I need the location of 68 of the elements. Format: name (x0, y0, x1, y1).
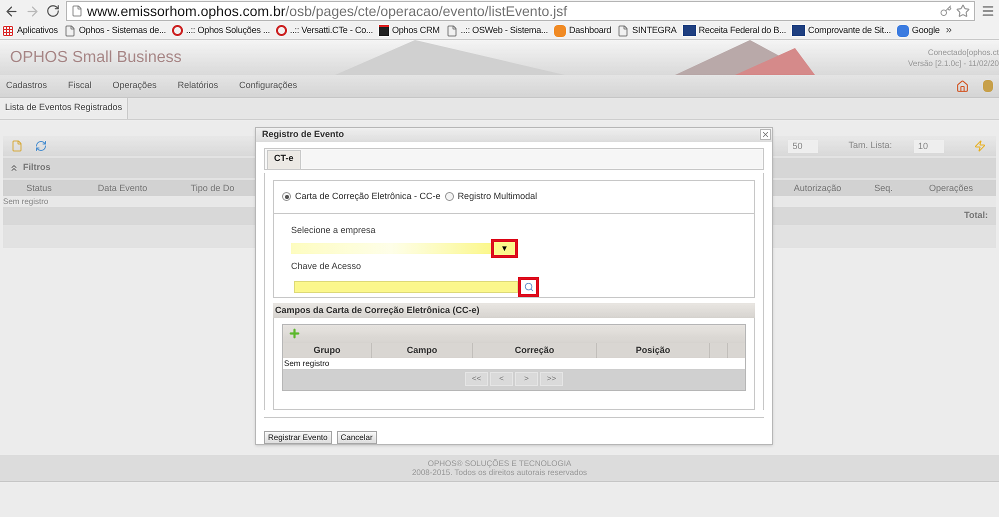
page-icon (71, 5, 83, 17)
apps-grid-icon (2, 24, 14, 36)
dialog-tab[interactable]: CT-e (267, 150, 301, 169)
bookmark[interactable]: Dashboard (554, 24, 612, 38)
refresh-icon[interactable] (35, 140, 47, 152)
search-icon (524, 282, 534, 292)
reload-icon[interactable] (46, 4, 60, 18)
total-label: Total: (964, 209, 988, 222)
menu-item[interactable]: Relatórios (178, 79, 218, 93)
url-path: /osb/pages/cte/operacao/evento/listEvento.jsf (285, 2, 568, 21)
page-icon (617, 24, 630, 36)
menu-item[interactable]: Operações (112, 79, 157, 93)
section-title: Campos da Carta de Correção Eletrônica (CC-e) (275, 304, 480, 317)
url-host: www.emissorhom.ophos.com.br (87, 2, 286, 21)
page-tab[interactable]: Lista de Eventos Registrados (0, 98, 128, 119)
access-key-label: Chave de Acesso (291, 260, 362, 274)
dialog-button[interactable]: Registrar Evento (264, 431, 332, 444)
bookmark[interactable]: Aplicativos (2, 24, 58, 38)
bookmark[interactable]: Receita Federal do B... (682, 24, 786, 38)
new-document-icon[interactable] (11, 140, 23, 152)
dialog-title: Registro de Evento (262, 128, 344, 142)
menu-item[interactable]: Fiscal (68, 79, 92, 93)
dialog-button[interactable]: Cancelar (336, 431, 377, 444)
bookmark[interactable]: Ophos - Sistemas de... (64, 24, 166, 38)
address-field[interactable]: www.emissorhom.ophos.com.br/osb/pages/cte/operacao/evento/listEvento.jsf (66, 1, 975, 21)
footer-text: OPHOS® SOLUÇÕES E TECNOLOGIA (428, 459, 572, 468)
column-header: Operações (928, 182, 974, 195)
column-header: Autorização (792, 182, 842, 195)
bookmark[interactable]: Comprovante de Sit... (792, 24, 891, 38)
connection-info: Conectado[ophos.ct (928, 46, 999, 58)
star-icon[interactable] (956, 4, 970, 18)
column-header: Tipo de Do (190, 182, 236, 195)
lightning-icon[interactable] (974, 140, 986, 152)
version-info: Versão [2.1.0c] - 11/02/20 (908, 58, 999, 68)
more-bookmarks[interactable]: » (946, 22, 952, 39)
bookmark[interactable]: Google (896, 24, 940, 38)
column-header: Status (25, 182, 53, 195)
access-key-field[interactable] (294, 280, 518, 293)
bookmark[interactable]: SINTEGRA (617, 24, 677, 38)
bookmark[interactable]: ..:: Ophos Soluções ... (172, 24, 270, 38)
ring-icon (276, 25, 287, 36)
radio-button[interactable] (444, 192, 454, 202)
ring-icon (172, 25, 183, 36)
radio-button[interactable] (282, 192, 291, 202)
app-logo: OPHOS Small Business (10, 48, 182, 68)
column-header: Seq. (873, 182, 894, 195)
bookmark[interactable]: ..:: OSWeb - Sistema... (446, 24, 548, 38)
key-icon[interactable] (940, 5, 952, 17)
close-icon[interactable] (760, 129, 771, 140)
collapse-icon[interactable] (9, 163, 19, 173)
back-icon[interactable] (4, 4, 19, 18)
add-icon[interactable] (288, 327, 301, 340)
column-header: Data Evento (96, 182, 148, 195)
bookmark[interactable]: Ophos CRM (378, 24, 440, 38)
search-button[interactable] (518, 276, 539, 297)
menu-item[interactable]: Configurações (239, 79, 298, 93)
cube-icon (378, 25, 389, 36)
home-icon[interactable] (956, 80, 969, 92)
footer-text: 2008-2015. Todos os direitos autorais reservados (412, 468, 588, 477)
company-label: Selecione a empresa (291, 224, 377, 237)
page-icon (64, 24, 76, 36)
menu-item[interactable]: Cadastros (6, 79, 48, 93)
menu-icon[interactable] (981, 4, 995, 18)
forward-icon[interactable] (25, 4, 40, 18)
dropdown-button[interactable]: ▼ (491, 239, 518, 258)
page-icon (446, 24, 458, 36)
list-size-label: Tam. Lista: (848, 139, 892, 152)
bookmark[interactable]: ..:: Versatti.CTe - Co... (276, 24, 373, 38)
